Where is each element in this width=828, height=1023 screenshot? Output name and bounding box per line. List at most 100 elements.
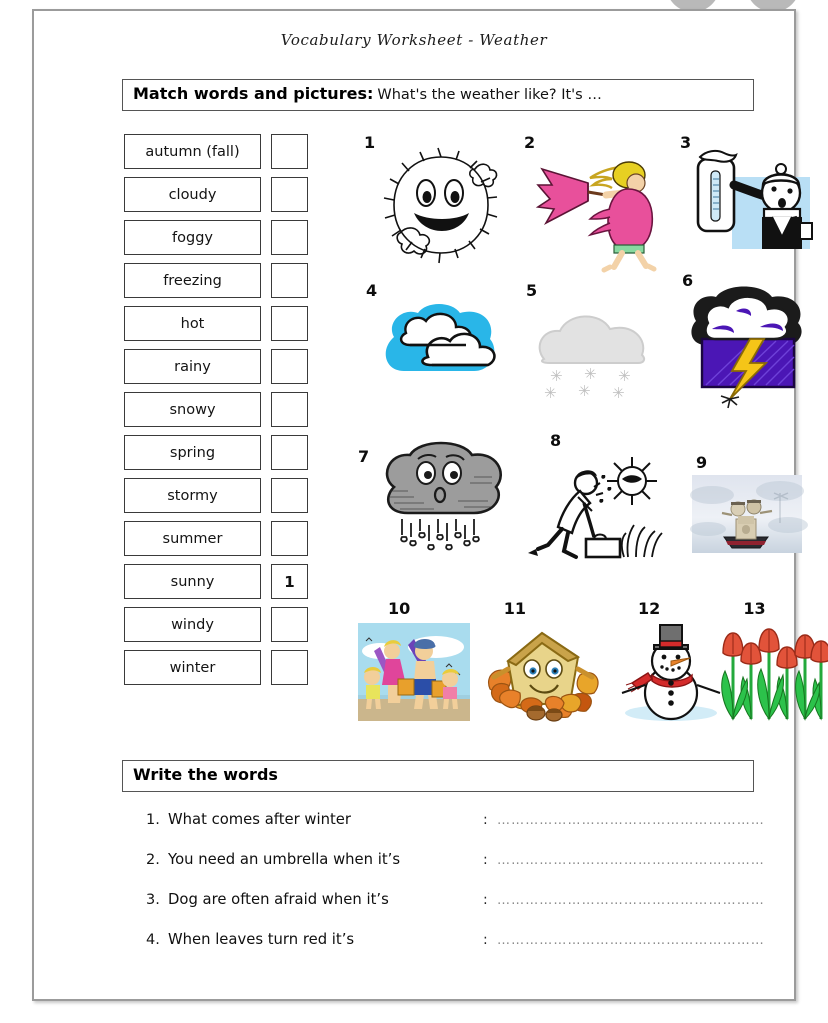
storm-cloud-lightning-icon (684, 286, 810, 413)
snowman-icon (618, 619, 724, 721)
word-box-hot: hot (124, 306, 261, 341)
question-number: 2. (146, 852, 160, 868)
word-row: snowy (124, 388, 308, 431)
word-box-stormy: stormy (124, 478, 261, 513)
question-row: 1. What comes after winter : ……………………………… (146, 811, 766, 851)
tulips-spring-icon (717, 619, 828, 721)
question-number: 4. (146, 932, 160, 948)
picture-cell-8: 8 (514, 431, 674, 601)
svg-text:✳: ✳ (618, 367, 631, 385)
picture-grid-row: 7 8 9 (354, 431, 824, 601)
clouds-blue-sky-icon (376, 299, 504, 399)
word-box-windy: windy (124, 607, 261, 642)
answer-line[interactable]: ……………………………………………………… (497, 853, 766, 868)
picture-number-7: 7 (358, 447, 370, 466)
question-text: What comes after winter (168, 811, 351, 828)
picture-cell-11: 11 (474, 599, 612, 751)
answer-box-sunny[interactable]: 1 (271, 564, 308, 599)
answer-box-stormy[interactable] (271, 478, 308, 513)
picture-grid-row: 1 2 3 (354, 131, 824, 281)
question-row: 2. You need an umbrella when it’s : …………… (146, 851, 766, 891)
answer-box-summer[interactable] (271, 521, 308, 556)
question-colon: : (483, 892, 488, 908)
word-box-autumn: autumn (fall) (124, 134, 261, 169)
foggy-boat-photo-icon (690, 475, 808, 553)
write-section-heading: Write the words (122, 760, 754, 792)
picture-grid: 1 2 3 4 5 ✳ ✳ ✳ ✳ ✳ ✳ 6 7 8 9 10 11 12 1… (354, 131, 828, 751)
word-row: summer (124, 517, 308, 560)
beach-family-summer-icon (358, 623, 470, 721)
word-row: sunny 1 (124, 560, 308, 603)
word-box-cloudy: cloudy (124, 177, 261, 212)
page-title: Vocabulary Worksheet - Weather (280, 31, 548, 49)
question-colon: : (483, 852, 488, 868)
word-row: freezing (124, 259, 308, 302)
picture-number-5: 5 (526, 281, 538, 300)
picture-number-12: 12 (638, 599, 661, 618)
question-text: When leaves turn red it’s (168, 931, 355, 948)
woman-with-umbrella-wind-icon (528, 153, 664, 273)
answer-box-freezing[interactable] (271, 263, 308, 298)
word-box-spring: spring (124, 435, 261, 470)
picture-number-9: 9 (696, 453, 708, 472)
svg-text:✳: ✳ (612, 384, 625, 402)
smiling-sun-icon (376, 145, 506, 265)
match-heading-bold: Match words and pictures: (133, 84, 374, 103)
question-number: 3. (146, 892, 160, 908)
answer-box-autumn[interactable] (271, 134, 308, 169)
word-row: cloudy (124, 173, 308, 216)
question-row: 4. When leaves turn red it’s : ………………………… (146, 931, 766, 971)
write-heading-label: Write the words (133, 765, 278, 784)
word-row: winter (124, 646, 308, 689)
svg-text:✳: ✳ (584, 365, 597, 383)
answer-box-winter[interactable] (271, 650, 308, 685)
picture-cell-9: 9 (674, 431, 819, 601)
answer-line[interactable]: ……………………………………………………… (497, 893, 766, 908)
picture-number-2: 2 (524, 133, 536, 152)
picture-grid-row: 10 11 12 13 (354, 599, 828, 751)
rain-cloud-sad-face-icon (374, 439, 510, 569)
answer-box-cloudy[interactable] (271, 177, 308, 212)
worksheet-page: Vocabulary Worksheet - Weather Match wor… (32, 9, 828, 1001)
svg-text:✳: ✳ (544, 384, 557, 402)
word-row: hot (124, 302, 308, 345)
match-section-heading: Match words and pictures: What's the weat… (122, 79, 754, 112)
snow-cloud-icon: ✳ ✳ ✳ ✳ ✳ ✳ (528, 303, 658, 403)
answer-box-foggy[interactable] (271, 220, 308, 255)
picture-number-13: 13 (743, 599, 766, 618)
picture-cell-4: 4 (354, 281, 514, 431)
word-box-sunny: sunny (124, 564, 261, 599)
word-box-summer: summer (124, 521, 261, 556)
answer-box-rainy[interactable] (271, 349, 308, 384)
autumn-leaves-house-icon (484, 623, 602, 722)
answer-box-windy[interactable] (271, 607, 308, 642)
picture-number-3: 3 (680, 133, 692, 152)
question-row: 3. Dog are often afraid when it’s : …………… (146, 891, 766, 931)
answer-box-spring[interactable] (271, 435, 308, 470)
word-box-winter: winter (124, 650, 261, 685)
word-box-rainy: rainy (124, 349, 261, 384)
picture-cell-2: 2 (514, 131, 674, 281)
svg-text:✳: ✳ (578, 382, 591, 400)
picture-cell-5: 5 ✳ ✳ ✳ ✳ ✳ ✳ (514, 281, 674, 431)
word-row: rainy (124, 345, 308, 388)
sweating-man-hot-sun-icon (528, 453, 666, 573)
answer-line[interactable]: ……………………………………………………… (497, 933, 766, 948)
word-row: stormy (124, 474, 308, 517)
question-text: Dog are often afraid when it’s (168, 891, 389, 908)
answer-box-snowy[interactable] (271, 392, 308, 427)
match-heading-rest: What's the weather like? It's … (377, 87, 602, 103)
word-row: foggy (124, 216, 308, 259)
question-list: 1. What comes after winter : ……………………………… (146, 811, 766, 971)
picture-cell-6: 6 (674, 271, 819, 431)
word-list: autumn (fall) cloudy foggy freezing hot … (124, 130, 308, 689)
answer-box-hot[interactable] (271, 306, 308, 341)
word-box-snowy: snowy (124, 392, 261, 427)
answer-line[interactable]: ……………………………………………………… (497, 813, 766, 828)
word-row: spring (124, 431, 308, 474)
word-box-foggy: foggy (124, 220, 261, 255)
picture-cell-1: 1 (354, 131, 514, 281)
word-row: windy (124, 603, 308, 646)
word-row: autumn (fall) (124, 130, 308, 173)
picture-cell-10: 10 (354, 599, 474, 751)
